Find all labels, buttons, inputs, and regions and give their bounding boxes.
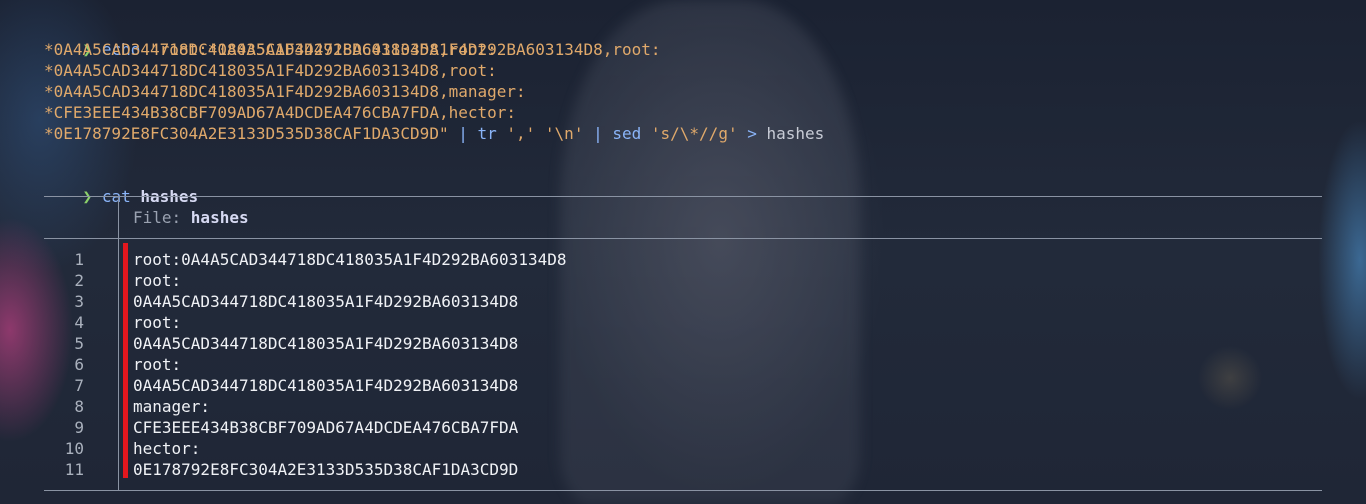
line-number: 8 xyxy=(74,397,84,416)
file-name: hashes xyxy=(190,208,249,227)
command-sed: sed xyxy=(612,124,642,143)
line-number: 9 xyxy=(74,418,84,437)
bat-gutter-divider xyxy=(118,196,119,490)
line-number: 4 xyxy=(74,313,84,332)
bat-header-bottom-border xyxy=(44,238,1322,239)
file-content-line: root: xyxy=(133,313,182,332)
bat-footer-border xyxy=(44,490,1322,491)
file-content-line: 0A4A5CAD344718DC418035A1F4D292BA603134D8 xyxy=(133,376,519,395)
line-number: 7 xyxy=(74,376,84,395)
file-content-line: 0E178792E8FC304A2E3133D535D38CAF1DA3CD9D xyxy=(133,460,519,479)
bat-file-header: File: hashes xyxy=(133,207,249,228)
file-content-line: manager: xyxy=(133,397,211,416)
bat-header-top-border xyxy=(44,196,1322,197)
file-content-line: root:0A4A5CAD344718DC418035A1F4D292BA603… xyxy=(133,250,567,269)
line-number: 5 xyxy=(74,334,84,353)
tr-arguments: ',' '\n' xyxy=(496,124,594,143)
terminal-window[interactable]: ❯ echo "root:*0A4A5CAD344718DC418035A1F4… xyxy=(0,0,1366,504)
line-number: 11 xyxy=(64,460,84,479)
file-content-line: CFE3EEE434B38CBF709AD67A4DCDEA476CBA7FDA xyxy=(133,418,519,437)
pipe-operator: | xyxy=(593,124,613,143)
file-content-line: root: xyxy=(133,271,182,290)
echo-string-line: *0A4A5CAD344718DC418035A1F4D292BA603134D… xyxy=(44,40,497,59)
echo-string-line: *CFE3EEE434B38CBF709AD67A4DCDEA476CBA7FD… xyxy=(44,103,517,122)
echo-string-line: *0A4A5CAD344718DC418035A1F4D292BA603134D… xyxy=(44,82,526,101)
echo-string-line: *0E178792E8FC304A2E3133D535D38CAF1DA3CD9… xyxy=(44,124,449,143)
redirect-operator: > xyxy=(747,124,757,143)
echo-string-line: *0A4A5CAD344718DC418035A1F4D292BA603134D… xyxy=(44,61,497,80)
sed-argument: 's/\*//g' xyxy=(641,124,748,143)
line-number: 3 xyxy=(74,292,84,311)
file-content-line: root: xyxy=(133,355,182,374)
git-modified-bar xyxy=(123,243,128,478)
command-line-cat: ❯ cat hashes xyxy=(44,165,199,206)
file-label: File: xyxy=(133,208,191,227)
file-content-line: hector: xyxy=(133,439,201,458)
command-tr: tr xyxy=(477,124,497,143)
pipe-operator: | xyxy=(448,124,478,143)
output-filename: hashes xyxy=(756,124,825,143)
file-content-line: 0A4A5CAD344718DC418035A1F4D292BA603134D8 xyxy=(133,334,519,353)
line-number: 1 xyxy=(74,250,84,269)
line-number: 2 xyxy=(74,271,84,290)
file-content-line: 0A4A5CAD344718DC418035A1F4D292BA603134D8 xyxy=(133,292,519,311)
line-number: 10 xyxy=(64,439,84,458)
command-line-pipeline: *0E178792E8FC304A2E3133D535D38CAF1DA3CD9… xyxy=(44,123,824,144)
command-line-echo: ❯ echo "root:*0A4A5CAD344718DC418035A1F4… xyxy=(44,18,661,59)
line-number: 6 xyxy=(74,355,84,374)
